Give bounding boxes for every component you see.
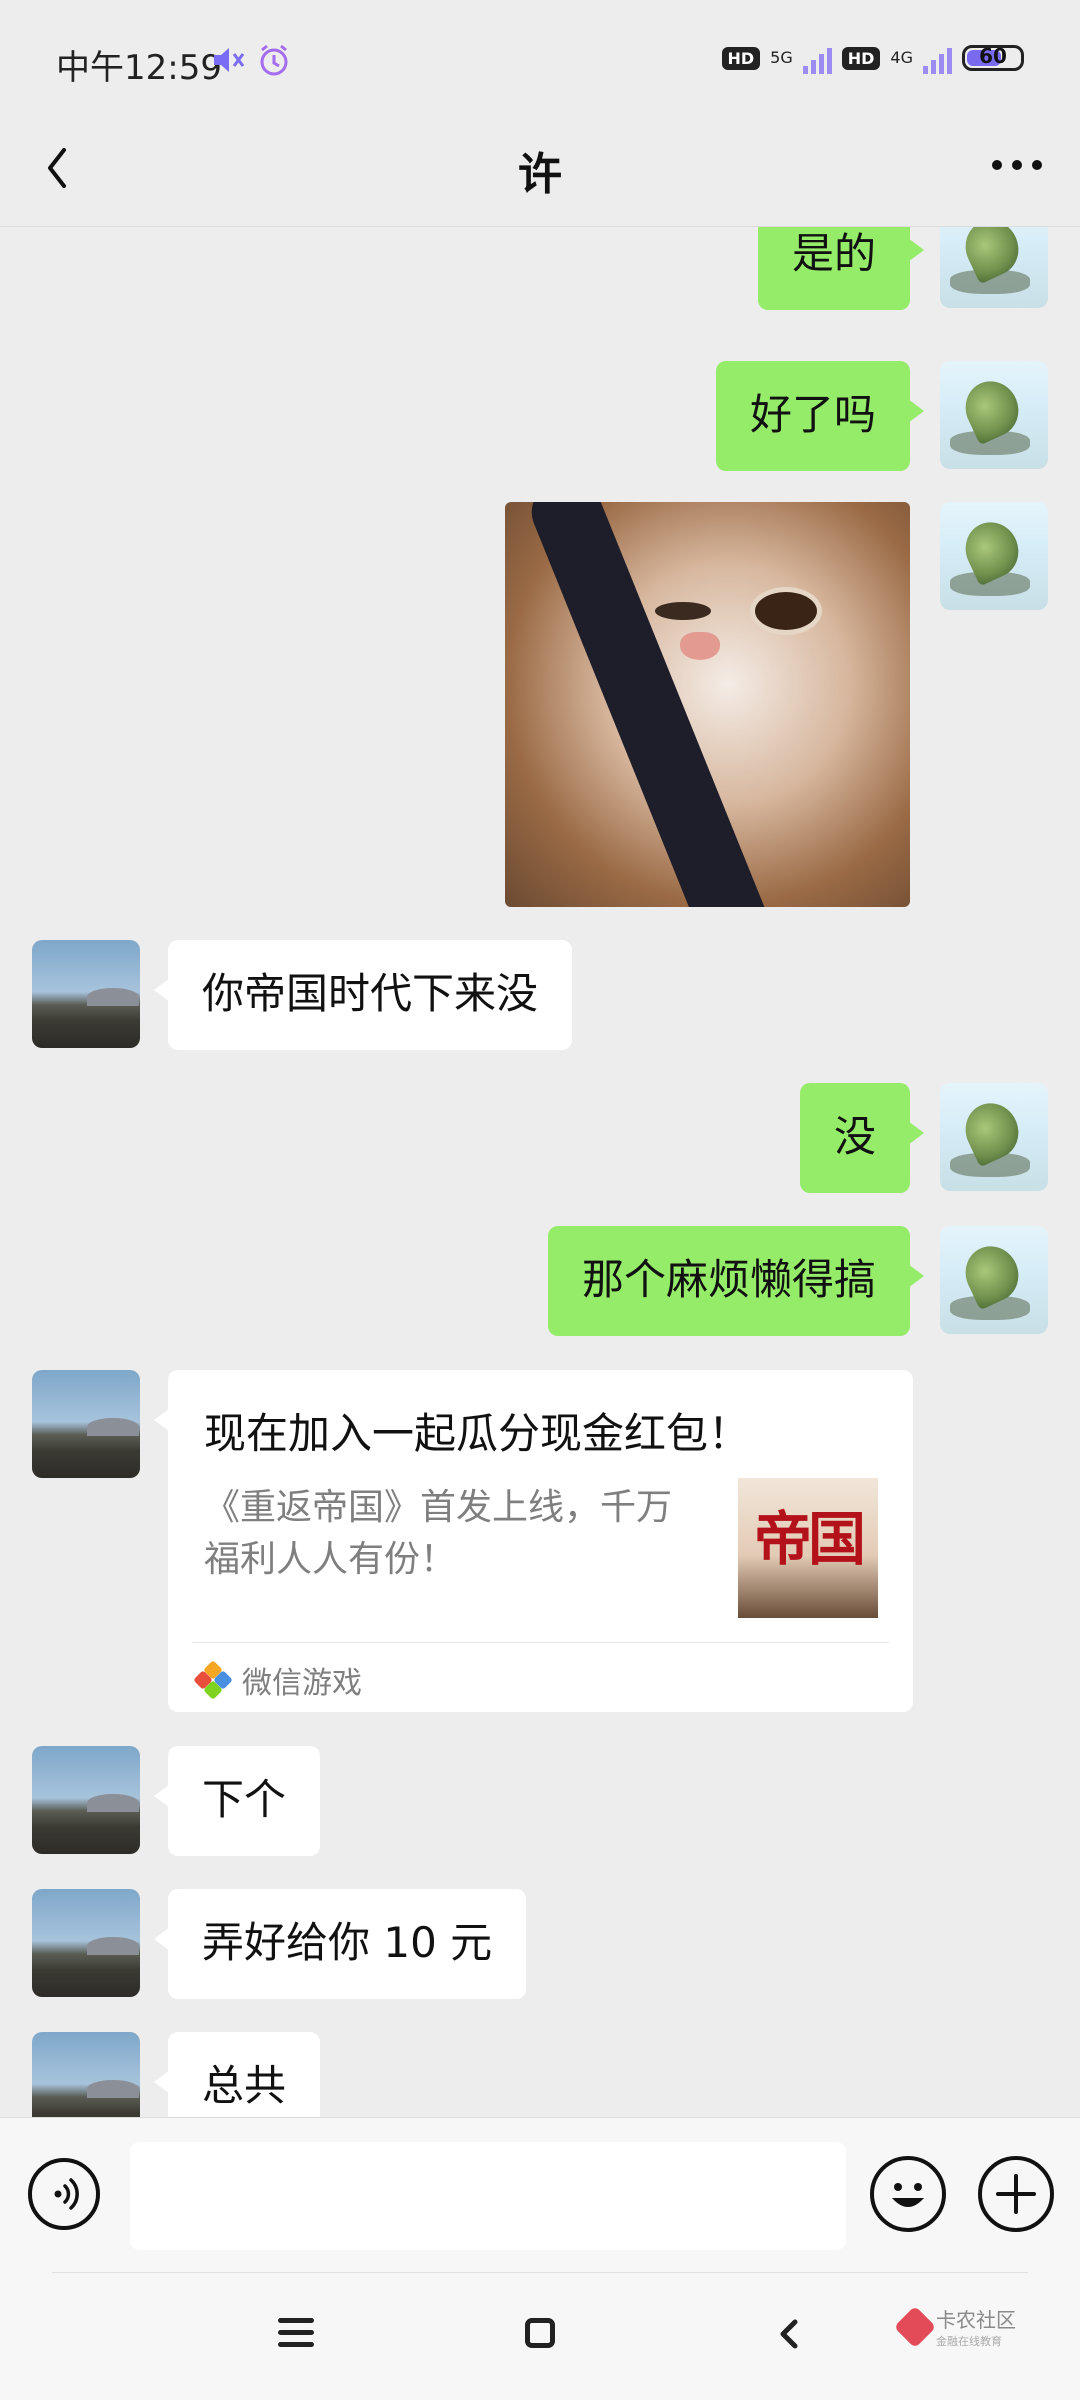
my-avatar[interactable] [940, 1226, 1048, 1334]
contact-avatar[interactable] [32, 1889, 140, 1997]
recent-apps-icon[interactable] [278, 2318, 314, 2348]
voice-input-button[interactable] [28, 2158, 100, 2230]
plus-icon [996, 2174, 1036, 2214]
system-nav-bar: 卡农社区 金融在线教育 [0, 2272, 1080, 2400]
wechat-games-icon [193, 1660, 233, 1700]
network-type-label: 5G [770, 48, 793, 67]
nav-back-icon[interactable] [770, 2314, 810, 2354]
message-bubble-received[interactable]: 弄好给你 10 元 [153, 1889, 527, 1999]
card-source-label: 微信游戏 [242, 1666, 362, 1701]
battery-level: 60 [979, 44, 1007, 68]
watermark-sub-text: 金融在线教育 [936, 2335, 1002, 2348]
status-time: 中午12:59 [56, 48, 222, 88]
message-bubble-received[interactable]: 你帝国时代下来没 [153, 940, 573, 1050]
my-avatar[interactable] [940, 1083, 1048, 1191]
card-thumbnail: 帝国 [738, 1478, 878, 1618]
contact-avatar[interactable] [32, 1370, 140, 1478]
emoji-icon [892, 2183, 924, 2207]
cat-sticker-image[interactable] [505, 502, 910, 907]
my-avatar[interactable] [940, 361, 1048, 469]
hd-badge: HD [721, 46, 761, 70]
watermark-main-text: 卡农社区 [936, 2308, 1016, 2332]
watermark-logo-icon [893, 2305, 937, 2348]
contact-avatar[interactable] [32, 940, 140, 1048]
message-bubble-sent[interactable]: 没 [799, 1083, 925, 1193]
status-right-icons: HD 5G HD 4G 60 [721, 42, 1024, 74]
input-bar [0, 2117, 1080, 2273]
watermark: 卡农社区 金融在线教育 [893, 2304, 1016, 2349]
game-share-card[interactable]: 现在加入一起瓜分现金红包！ 《重返帝国》首发上线，千万福利人人有份！ 帝国 微信… [154, 1370, 913, 1712]
contact-avatar[interactable] [32, 2032, 140, 2117]
card-title: 现在加入一起瓜分现金红包！ [204, 1409, 751, 1458]
card-thumbnail-text: 帝国 [753, 1505, 866, 1573]
card-divider [192, 1642, 889, 1643]
mute-icon [214, 48, 245, 72]
alarm-icon [260, 44, 288, 76]
my-avatar[interactable] [940, 227, 1048, 308]
voice-icon [54, 2178, 79, 2210]
message-bubble-sent[interactable]: 好了吗 [715, 361, 925, 471]
nav-divider [52, 2272, 1028, 2273]
home-icon[interactable] [525, 2318, 555, 2348]
card-description: 《重返帝国》首发上线，千万福利人人有份！ [204, 1487, 673, 1580]
message-bubble-received[interactable]: 下个 [153, 1746, 321, 1856]
more-functions-button[interactable] [978, 2156, 1054, 2232]
battery-icon: 60 [962, 44, 1024, 71]
network-type-label: 4G [890, 48, 913, 67]
contact-avatar[interactable] [32, 1746, 140, 1854]
hd-badge: HD [841, 46, 881, 70]
signal-icon [923, 42, 952, 74]
signal-icon [802, 42, 832, 74]
chat-title: 许 [518, 149, 562, 200]
status-bar: 中午12:59 HD 5G HD 4G 60 [0, 0, 1080, 120]
message-input[interactable] [130, 2142, 846, 2250]
card-source: 微信游戏 [193, 1658, 362, 1702]
message-bubble-sent[interactable]: 是的 [757, 227, 925, 310]
emoji-button[interactable] [870, 2156, 946, 2232]
more-options-icon[interactable] [992, 160, 1042, 170]
message-list[interactable]: 是的 好了吗 你帝国时代下来没 没 那个麻烦懒得搞 现在加入一起瓜分现金红包！ … [0, 227, 1080, 2117]
status-left-icons [210, 42, 292, 78]
message-bubble-sent[interactable]: 那个麻烦懒得搞 [547, 1226, 925, 1336]
my-avatar[interactable] [940, 502, 1048, 610]
message-bubble-received[interactable]: 总共 [153, 2032, 321, 2117]
chat-header: 许 [0, 120, 1080, 227]
